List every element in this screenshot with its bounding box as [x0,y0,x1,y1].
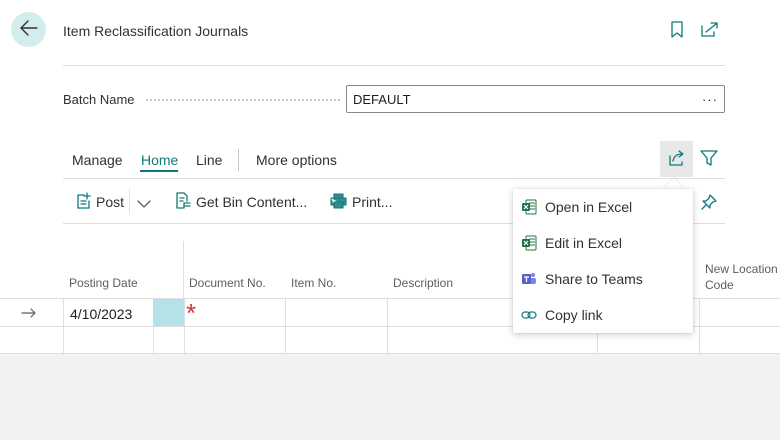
filter-icon [700,149,718,169]
tab-more-options[interactable]: More options [256,152,337,168]
tabs-divider [63,178,725,179]
tab-manage[interactable]: Manage [72,152,123,168]
share-menu: Open in Excel Edit in Excel Share to Tea… [513,189,693,333]
batch-name-value: DEFAULT [353,91,411,107]
post-button[interactable]: Post [77,192,124,212]
post-document-icon [77,192,91,212]
grid-col-line [387,298,388,354]
header-divider [63,65,725,66]
excel-icon [521,199,537,215]
grid-col-line [63,298,64,354]
share-icon [668,149,686,169]
menu-item-copy-link[interactable]: Copy link [513,297,693,333]
current-row-indicator [21,305,37,321]
post-label: Post [96,194,125,210]
back-button[interactable] [11,12,46,47]
menu-item-label: Share to Teams [545,271,643,287]
column-item-no[interactable]: Item No. [291,275,336,291]
get-bin-content-button[interactable]: Get Bin Content... [174,192,307,212]
column-new-location-code[interactable]: New Location Code [705,261,778,293]
print-button[interactable]: Print... [330,192,392,212]
arrow-left-icon [19,20,38,39]
column-document-no[interactable]: Document No. [189,275,266,291]
teams-icon [521,271,537,287]
menu-item-label: Edit in Excel [545,235,623,251]
tab-line[interactable]: Line [196,152,222,168]
chevron-down-icon [137,196,151,212]
share-button[interactable] [660,141,693,177]
page-title: Item Reclassification Journals [63,23,249,39]
open-in-new-window-icon [700,22,718,40]
tab-separator [238,149,239,171]
active-tab-indicator [140,170,178,172]
bookmark-icon [670,21,684,41]
printer-icon [330,192,347,212]
excel-icon [521,235,537,251]
batch-lookup-button[interactable]: ··· [702,92,718,107]
label-leader-dots [146,99,340,101]
grid-row-2-bottom [0,353,780,354]
menu-item-share-to-teams[interactable]: Share to Teams [513,261,693,297]
header-column-divider [183,241,184,298]
link-icon [521,307,537,323]
open-new-window-button[interactable] [700,22,718,40]
column-posting-date[interactable]: Posting Date [69,275,138,291]
selected-cell[interactable] [153,299,184,326]
print-label: Print... [352,194,393,210]
get-bin-content-label: Get Bin Content... [196,194,308,210]
menu-item-label: Copy link [545,307,603,323]
menu-item-edit-in-excel[interactable]: Edit in Excel [513,225,693,261]
arrow-right-icon [21,305,37,321]
menu-item-label: Open in Excel [545,199,633,215]
posting-date-cell[interactable]: 4/10/2023 [70,306,132,322]
bookmark-button[interactable] [668,21,686,41]
menu-item-open-in-excel[interactable]: Open in Excel [513,189,693,225]
pin-action-bar-button[interactable] [700,193,718,211]
post-dropdown-button[interactable] [137,196,151,212]
bin-content-icon [174,192,191,212]
grid-col-line [699,298,700,354]
pin-icon [700,194,718,214]
tab-home[interactable]: Home [141,152,178,168]
grid-col-line [285,298,286,354]
column-description[interactable]: Description [393,275,453,291]
post-split-separator [129,189,130,213]
batch-name-field[interactable]: DEFAULT ··· [346,85,725,113]
batch-name-label: Batch Name [63,92,135,107]
filter-button[interactable] [699,149,719,169]
required-field-indicator: * [186,298,197,328]
grid-col-line [184,298,185,354]
